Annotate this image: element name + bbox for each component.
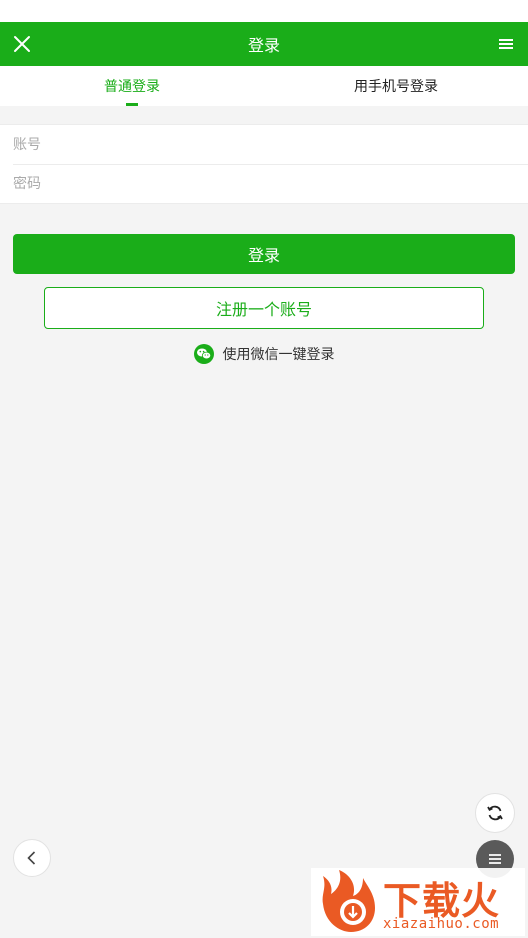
tab-normal-login[interactable]: 普通登录: [0, 66, 264, 106]
menu-button[interactable]: [496, 34, 516, 54]
watermark-logo-icon: [322, 870, 375, 932]
password-row: [13, 164, 528, 203]
watermark-url: xiazaihuo.com: [383, 916, 500, 932]
status-bar: [0, 0, 528, 22]
account-row: [0, 125, 528, 164]
back-arrow-icon: [27, 851, 36, 865]
hamburger-icon: [489, 854, 501, 864]
refresh-button[interactable]: [475, 793, 515, 833]
wechat-login-label: 使用微信一键登录: [222, 347, 335, 363]
login-button[interactable]: 登录: [13, 234, 515, 274]
tab-active-indicator: [126, 103, 138, 106]
app-header: 登录: [0, 22, 528, 66]
password-input[interactable]: [13, 176, 528, 192]
tab-phone-login[interactable]: 用手机号登录: [264, 66, 528, 106]
wechat-icon: [193, 344, 214, 364]
menu-icon: [499, 39, 513, 49]
back-button[interactable]: [13, 839, 51, 877]
login-form: [0, 124, 528, 204]
tab-label: 普通登录: [104, 79, 160, 95]
account-input[interactable]: [13, 136, 528, 153]
refresh-icon: [487, 805, 503, 821]
register-button[interactable]: 注册一个账号: [44, 287, 484, 329]
close-icon: [14, 36, 30, 52]
tab-label: 用手机号登录: [354, 79, 438, 95]
wechat-login-link[interactable]: 使用微信一键登录: [0, 343, 528, 365]
watermark: 下载火 xiazaihuo.com: [311, 868, 525, 936]
page-title: 登录: [247, 36, 280, 55]
login-tabs: 普通登录 用手机号登录: [0, 66, 528, 106]
close-button[interactable]: [10, 32, 34, 56]
